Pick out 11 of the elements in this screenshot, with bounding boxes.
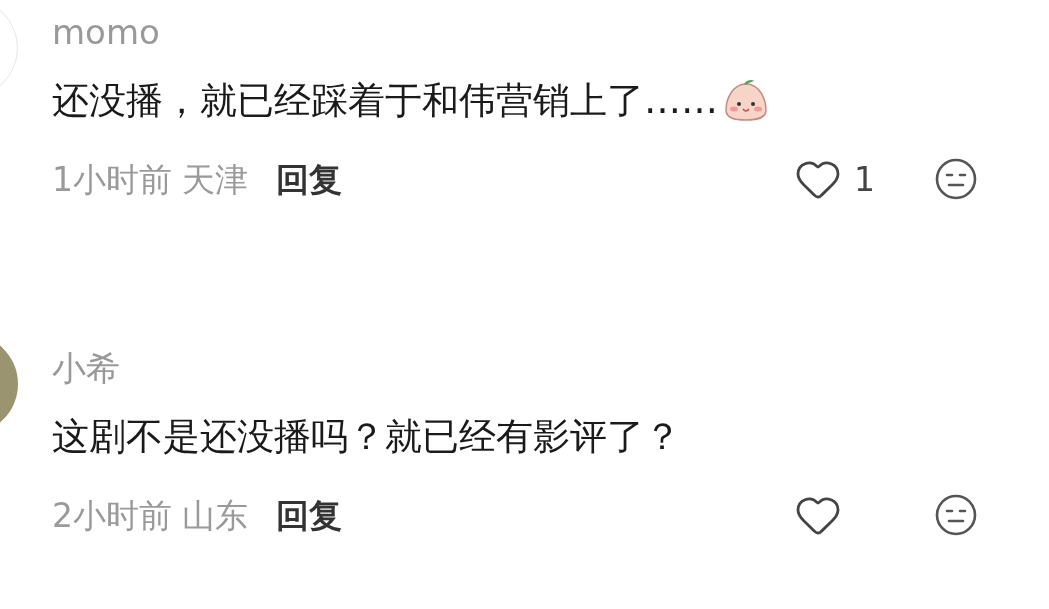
neutral-face-icon[interactable] (934, 157, 978, 201)
comment-location: 天津 (182, 162, 248, 196)
like-count: 1 (854, 162, 875, 196)
comment-time: 2小时前 (52, 498, 172, 532)
reply-button[interactable]: 回复 (276, 498, 342, 532)
comment-time: 1小时前 (52, 162, 172, 196)
neutral-face-icon[interactable] (934, 493, 978, 537)
comment-text: 这剧不是还没播吗？就已经有影评了？ (52, 417, 681, 455)
comment-text: 还没播，就已经踩着于和伟营销上了…… (52, 81, 718, 119)
reply-button[interactable]: 回复 (276, 162, 342, 196)
comment-location: 山东 (182, 498, 248, 532)
